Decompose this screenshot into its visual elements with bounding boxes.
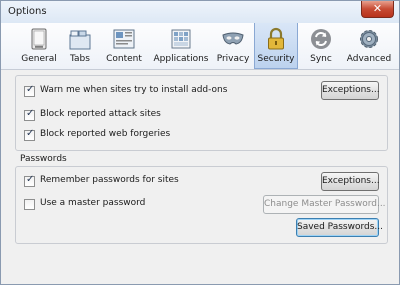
pane-label-tabs: Tabs: [70, 54, 90, 64]
general-icon: [31, 28, 47, 50]
check-mark-icon: ✓: [26, 84, 35, 95]
warn-addons-label: Warn me when sites try to install add-on…: [40, 85, 228, 95]
pane-label-security: Security: [257, 54, 295, 64]
window-title: Options: [8, 6, 47, 17]
check-mark-icon: ✓: [26, 128, 35, 139]
pane-applications[interactable]: Applications: [151, 23, 211, 69]
addons-exceptions-button[interactable]: Exceptions...: [321, 81, 380, 100]
master-password-checkbox[interactable]: [24, 199, 35, 210]
pane-general[interactable]: General: [16, 23, 62, 69]
block-forgeries-label: Block reported web forgeries: [40, 129, 171, 139]
security-icon: [268, 27, 284, 50]
block-forgeries-checkbox[interactable]: ✓: [24, 128, 35, 141]
passwords-group-title: Passwords: [20, 154, 67, 164]
pane-security[interactable]: Security: [254, 23, 298, 69]
check-mark-icon: ✓: [26, 108, 35, 119]
block-attack-label: Block reported attack sites: [40, 109, 161, 119]
remember-passwords-checkbox[interactable]: ✓: [24, 174, 35, 187]
options-window: Options ✕ General Tabs Content Applicati…: [0, 0, 400, 285]
applications-icon: [171, 29, 191, 49]
warn-addons-checkbox[interactable]: ✓: [24, 84, 35, 97]
pane-toolbar: General Tabs Content Applications Privac…: [1, 23, 399, 70]
pane-content[interactable]: Content: [101, 23, 147, 69]
remember-passwords-label: Remember passwords for sites: [40, 175, 179, 185]
advanced-icon: [360, 30, 378, 48]
tabs-icon: [69, 30, 91, 50]
change-master-password-button[interactable]: Change Master Password...: [263, 195, 386, 214]
close-button[interactable]: ✕: [361, 1, 394, 18]
pane-advanced[interactable]: Advanced: [344, 23, 394, 69]
pane-label-advanced: Advanced: [346, 54, 392, 64]
pane-label-content: Content: [106, 54, 142, 64]
privacy-icon: [222, 32, 244, 45]
pane-label-privacy: Privacy: [216, 54, 250, 64]
check-mark-icon: ✓: [26, 174, 35, 185]
passwords-group: ✓ Remember passwords for sites Exception…: [15, 166, 388, 244]
passwords-exceptions-button[interactable]: Exceptions...: [321, 172, 380, 191]
pane-tabs[interactable]: Tabs: [63, 23, 97, 69]
addons-group: ✓ Warn me when sites try to install add-…: [15, 75, 388, 151]
pane-label-sync: Sync: [310, 54, 332, 64]
saved-passwords-button[interactable]: Saved Passwords...: [296, 218, 383, 237]
pane-sync[interactable]: Sync: [301, 23, 341, 69]
pane-label-general: General: [21, 54, 57, 64]
pane-label-applications: Applications: [153, 54, 209, 64]
block-attack-checkbox[interactable]: ✓: [24, 108, 35, 121]
content-icon: [113, 29, 135, 49]
master-password-label: Use a master password: [40, 198, 146, 208]
sync-icon: [311, 29, 331, 49]
pane-privacy[interactable]: Privacy: [213, 23, 253, 69]
title-bar: Options ✕: [1, 1, 399, 23]
